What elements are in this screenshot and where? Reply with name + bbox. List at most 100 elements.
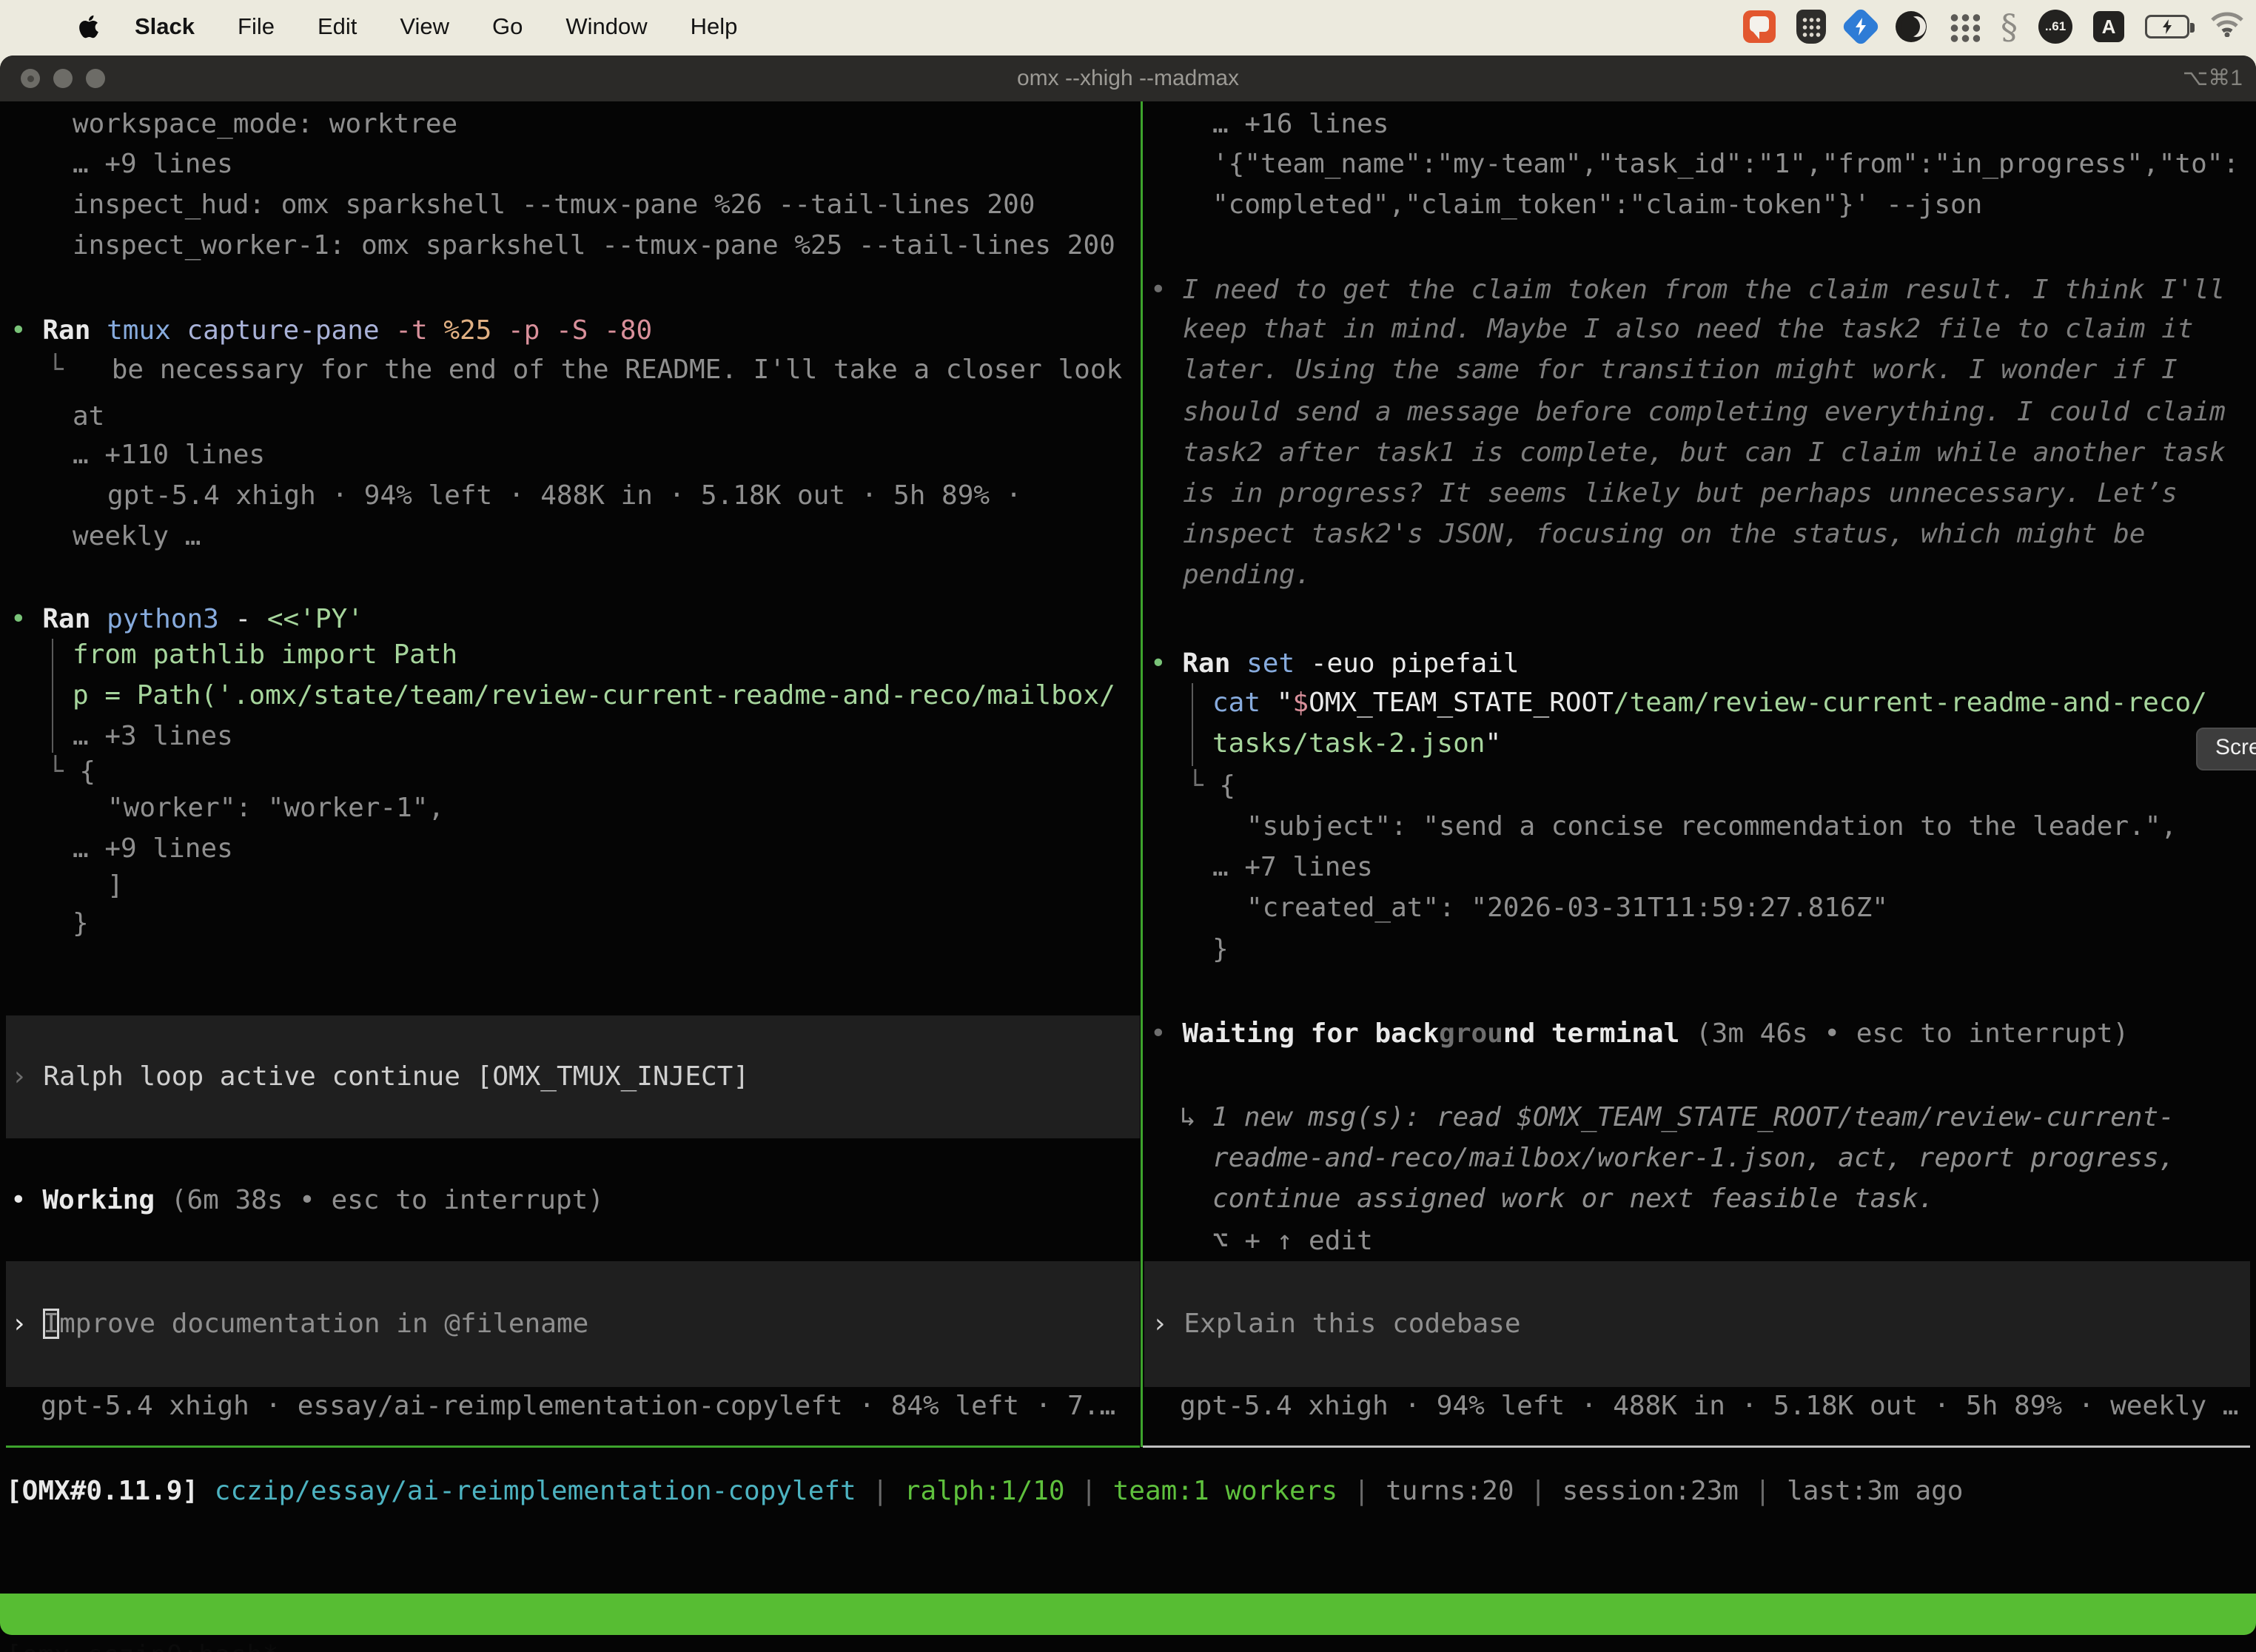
menu-item-view[interactable]: View: [400, 13, 449, 40]
output-line: inspect_worker-1: omx sparkshell --tmux-…: [73, 224, 1115, 267]
code-line: p = Path('.omx/state/team/review-current…: [73, 674, 1115, 717]
separator: |: [1354, 1476, 1370, 1506]
corner-icon: └: [47, 355, 64, 385]
omx-version: [OMX#0.11.9]: [6, 1476, 198, 1506]
output-line: gpt-5.4 xhigh · 94% left · 488K in · 5.1…: [107, 474, 1021, 517]
waiting-meta: (3m 46s • esc to interrupt): [1696, 1018, 2129, 1049]
cmd-token: ": [1485, 728, 1501, 759]
omx-team: team:1 workers: [1113, 1476, 1337, 1506]
tmux-status-bar: [omx-cczip0:bash* "MacBook-Pro-44.local"…: [0, 1594, 2256, 1635]
keyboard-grid-icon[interactable]: [1796, 10, 1826, 44]
thinking-line: • I need to get the claim token from the…: [1150, 269, 2225, 312]
apple-menu[interactable]: [77, 13, 101, 41]
pane-divider[interactable]: [1141, 101, 1143, 1447]
waiting-label-shimmer: grou: [1439, 1018, 1503, 1049]
cmd-ran: Ran: [1182, 648, 1230, 679]
command-line: • Ran set -euo pipefail: [1150, 642, 1520, 685]
menu-item-edit[interactable]: Edit: [318, 13, 357, 40]
cmd-token: ": [1277, 688, 1293, 718]
input-source-icon[interactable]: A: [2093, 11, 2124, 42]
prompt-input-left[interactable]: › Improve documentation in @filename: [6, 1261, 1140, 1387]
mailbox-line: readme-and-reco/mailbox/worker-1.json, a…: [1212, 1137, 2175, 1180]
cmd-token: -euo pipefail: [1311, 648, 1520, 679]
notice-text: Ralph loop active continue [OMX_TMUX_INJ…: [43, 1061, 749, 1092]
notice-line: › Ralph loop active continue [OMX_TMUX_I…: [11, 1055, 749, 1098]
cmd-token: python3: [107, 604, 219, 634]
right-pane-border: [1143, 1446, 2250, 1448]
input-line: › Explain this codebase: [1152, 1303, 1521, 1346]
menu-item-window[interactable]: Window: [565, 13, 647, 40]
wifi-icon[interactable]: [2210, 10, 2244, 43]
network-app-icon[interactable]: [1841, 7, 1881, 47]
input-placeholder: Explain this codebase: [1184, 1309, 1520, 1339]
code-line: tasks/task-2.json": [1212, 722, 1501, 765]
cmd-token: $: [1292, 688, 1309, 718]
separator: |: [1755, 1476, 1771, 1506]
tmux-session-label: [omx-cczip0:bash*: [6, 1635, 278, 1652]
code-line: cat "$OMX_TEAM_STATE_ROOT/team/review-cu…: [1212, 682, 2207, 725]
bullet-icon: •: [10, 1185, 27, 1215]
working-label: Working: [42, 1185, 155, 1215]
session-status-line: gpt-5.4 xhigh · essay/ai-reimplementatio…: [41, 1385, 1115, 1428]
output-line: └ {: [47, 751, 95, 793]
output-line: ]: [107, 864, 124, 907]
crescent-icon[interactable]: [1896, 11, 1927, 42]
working-status-line: • Working (6m 38s • esc to interrupt): [10, 1179, 604, 1222]
bullet-icon: •: [10, 604, 27, 634]
prompt-icon: ›: [11, 1061, 27, 1092]
thinking-line: pending.: [1183, 554, 1311, 597]
corner-icon: └: [1187, 770, 1203, 801]
notice-banner: › Ralph loop active continue [OMX_TMUX_I…: [6, 1015, 1140, 1138]
menu-item-go[interactable]: Go: [492, 13, 523, 40]
output-line: '{"team_name":"my-team","task_id":"1","f…: [1212, 143, 2239, 186]
output-text: {: [79, 756, 95, 787]
output-line: └ be necessary for the end of the README…: [47, 349, 1122, 392]
separator: |: [1081, 1476, 1097, 1506]
mailbox-text: 1 new msg(s): read $OMX_TEAM_STATE_ROOT/…: [1212, 1102, 2174, 1132]
return-arrow-icon: ↳: [1180, 1102, 1196, 1132]
cmd-token: capture-pane: [187, 315, 379, 346]
menu-item-file[interactable]: File: [238, 13, 275, 40]
output-line: weekly …: [73, 515, 201, 558]
count-badge-icon[interactable]: ..61: [2038, 10, 2072, 44]
cmd-token: -p: [508, 315, 540, 346]
connector-line: [52, 639, 53, 753]
cmd-token: -80: [604, 315, 652, 346]
bullet-icon: •: [1150, 648, 1166, 679]
cmd-token: -t: [395, 315, 427, 346]
thinking-line: keep that in mind. Maybe I also need the…: [1183, 308, 2193, 351]
output-line: … +9 lines: [73, 827, 233, 870]
cmd-token: tmux: [107, 315, 171, 346]
window-titlebar[interactable]: omx --xhigh --madmax ⌥⌘1: [0, 56, 2256, 101]
left-pane-border: [6, 1446, 1140, 1448]
output-line: "subject": "send a concise recommendatio…: [1246, 805, 2177, 848]
apple-icon: [77, 13, 101, 41]
omx-session: session:23m: [1562, 1476, 1739, 1506]
session-status-line: gpt-5.4 xhigh · 94% left · 488K in · 5.1…: [1180, 1385, 2238, 1428]
output-text: {: [1219, 770, 1235, 801]
input-line: › Improve documentation in @filename: [11, 1303, 588, 1346]
mailbox-line: ↳ 1 new msg(s): read $OMX_TEAM_STATE_ROO…: [1180, 1096, 2175, 1139]
command-line: • Ran tmux capture-pane -t %25 -p -S -80: [10, 309, 652, 352]
cmd-ran: Ran: [42, 315, 90, 346]
mailbox-line: continue assigned work or next feasible …: [1212, 1178, 1934, 1220]
omx-repo: cczip/essay/ai-reimplementation-copyleft: [215, 1476, 856, 1506]
input-placeholder: mprove documentation in @filename: [59, 1309, 588, 1339]
menu-item-help[interactable]: Help: [691, 13, 738, 40]
omx-status-bar: [OMX#0.11.9] cczip/essay/ai-reimplementa…: [6, 1470, 1963, 1513]
terminal-window: omx --xhigh --madmax ⌥⌘1 workspace_mode:…: [0, 56, 2256, 1652]
cmd-token: /team/review-current-readme-and-reco/: [1614, 688, 2207, 718]
menu-app-name[interactable]: Slack: [135, 13, 195, 40]
terminal-content: workspace_mode: worktree … +9 lines insp…: [0, 101, 2256, 1652]
output-line: … +7 lines: [1212, 846, 1373, 889]
prompt-input-right[interactable]: › Explain this codebase: [1144, 1261, 2250, 1387]
bullet-icon: •: [10, 315, 27, 346]
battery-icon[interactable]: [2145, 15, 2189, 38]
chat-app-icon[interactable]: [1743, 10, 1776, 43]
working-meta: (6m 38s • esc to interrupt): [171, 1185, 604, 1215]
dots-grid-icon[interactable]: [1947, 11, 1980, 42]
menu-bar: Slack File Edit View Go Window Help § ..…: [0, 0, 2256, 53]
omx-turns: turns:20: [1386, 1476, 1514, 1506]
output-line: └ {: [1187, 765, 1235, 807]
squiggle-icon[interactable]: §: [2001, 11, 2018, 42]
